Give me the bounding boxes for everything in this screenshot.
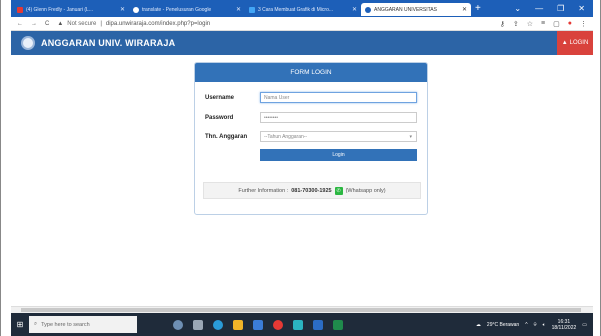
tab-3[interactable]: 3 Cara Membuat Grafik di Micro... ✕ — [245, 3, 361, 16]
address-bar: ← → C ▲ Not secure | dipa.unwiraraja.com… — [11, 17, 593, 31]
form-title: FORM LOGIN — [195, 63, 427, 82]
sidebar-icon[interactable]: ▢ — [553, 20, 560, 28]
profile-icon[interactable]: ● — [568, 20, 572, 28]
year-row: Thn. Anggaran --Tahun Anggaran-- ▾ — [205, 131, 417, 142]
search-icon: ⌕ — [34, 321, 38, 327]
username-input[interactable]: Nama User — [260, 92, 417, 103]
app-title: ANGGARAN UNIV. WIRARAJA — [41, 38, 176, 48]
chevron-up-icon[interactable]: ^ — [525, 322, 527, 328]
window-controls: ⌄ — ❐ ✕ — [514, 4, 593, 13]
system-tray: ☁ 29°C Berawan ^ ⌾ 🔈︎ 16:31 18/11/2022 ▭ — [476, 319, 593, 331]
edge-icon[interactable] — [213, 319, 223, 330]
info-suffix: (Whatsapp only) — [345, 187, 386, 194]
university-logo — [21, 36, 35, 50]
weather-text[interactable]: 29°C Berawan — [487, 322, 519, 328]
login-submit-button[interactable]: Login — [260, 149, 417, 161]
taskbar-apps — [173, 319, 343, 330]
chevron-down-icon[interactable]: ⌄ — [514, 4, 521, 13]
photos-icon[interactable] — [293, 319, 303, 330]
user-icon: ▲ — [561, 40, 568, 46]
url-text: dipa.unwiraraja.com/index.php?p=login — [105, 20, 211, 27]
login-nav-label: LOGIN — [569, 40, 589, 46]
close-icon[interactable]: ✕ — [236, 6, 241, 13]
taskbar-search[interactable]: ⌕ Type here to search — [29, 316, 137, 333]
notification-icon[interactable]: ▭ — [582, 322, 587, 328]
password-label: Password — [205, 114, 234, 121]
tab-label: 3 Cara Membuat Grafik di Micro... — [258, 6, 334, 13]
close-icon[interactable]: ✕ — [352, 6, 357, 13]
chevron-down-icon: ▾ — [409, 133, 412, 140]
app-header: ANGGARAN UNIV. WIRARAJA ▲ LOGIN — [11, 31, 593, 55]
forward-icon[interactable]: → — [31, 21, 37, 27]
tab-2[interactable]: translate - Penelusuran Google ✕ — [129, 3, 245, 16]
new-tab-button[interactable]: + — [475, 3, 481, 14]
site-icon — [365, 6, 371, 13]
star-icon[interactable]: ☆ — [527, 20, 533, 28]
tab-1[interactable]: (4) Glenn Fredly - Januari (L... ✕ — [13, 3, 129, 16]
year-selected-value: --Tahun Anggaran-- — [264, 133, 308, 140]
menu-icon[interactable]: ⋮ — [580, 20, 587, 28]
share-icon[interactable]: ⇪ — [513, 20, 519, 28]
tab-label: ANGGARAN UNIVERSITAS — [374, 6, 437, 13]
task-view-icon[interactable] — [193, 319, 203, 330]
year-label: Thn. Anggaran — [205, 133, 248, 140]
excel-icon[interactable] — [333, 319, 343, 330]
warning-icon: ▲ — [57, 20, 64, 27]
toolbar-icons: ⚷ ⇪ ☆ ≡ ▢ ● ⋮ — [500, 20, 587, 28]
page-icon — [249, 6, 255, 13]
youtube-icon — [17, 6, 23, 13]
close-icon[interactable]: ✕ — [120, 6, 125, 13]
username-label: Username — [205, 94, 235, 101]
info-box: Further Information : 081-70300-1925 ✆ (… — [203, 182, 421, 199]
url-field[interactable]: ▲ Not secure | dipa.unwiraraja.com/index… — [57, 21, 210, 27]
tab-label: (4) Glenn Fredly - Januari (L... — [26, 6, 93, 13]
tab-4-active[interactable]: ANGGARAN UNIVERSITAS ✕ — [361, 3, 471, 16]
password-input[interactable]: •••••••• — [260, 112, 417, 123]
back-icon[interactable]: ← — [17, 21, 23, 27]
horizontal-scrollbar[interactable] — [11, 306, 593, 313]
login-nav-button[interactable]: ▲ LOGIN — [557, 31, 593, 55]
clock[interactable]: 16:31 18/11/2022 — [552, 319, 577, 331]
reading-list-icon[interactable]: ≡ — [541, 20, 545, 28]
close-window-icon[interactable]: ✕ — [578, 4, 585, 13]
store-icon[interactable] — [253, 319, 263, 330]
word-icon[interactable] — [313, 319, 323, 330]
separator: | — [100, 20, 102, 27]
weather-icon: ☁ — [475, 321, 481, 328]
date: 18/11/2022 — [551, 324, 577, 331]
network-icon[interactable]: ⌾ — [534, 322, 537, 328]
restore-icon[interactable]: ❐ — [557, 4, 564, 13]
google-icon — [133, 6, 139, 13]
year-select[interactable]: --Tahun Anggaran-- ▾ — [260, 131, 417, 142]
search-placeholder: Type here to search — [41, 321, 90, 328]
username-row: Username Nama User — [205, 92, 417, 103]
key-icon[interactable]: ⚷ — [500, 20, 505, 28]
whatsapp-icon: ✆ — [334, 186, 343, 195]
password-row: Password •••••••• — [205, 112, 417, 123]
close-icon[interactable]: ✕ — [462, 6, 467, 13]
windows-start-icon[interactable]: ⊞ — [11, 313, 29, 336]
not-secure-label: Not secure — [67, 20, 97, 27]
tab-strip: (4) Glenn Fredly - Januari (L... ✕ trans… — [11, 0, 593, 17]
volume-icon[interactable]: 🔈︎ — [543, 322, 546, 328]
cortana-icon[interactable] — [173, 319, 183, 330]
info-text: Further Information : — [238, 187, 289, 194]
tab-label: translate - Penelusuran Google — [142, 6, 212, 13]
login-panel: FORM LOGIN Username Nama User Password •… — [194, 62, 428, 215]
chrome-icon[interactable] — [273, 319, 283, 330]
browser-window: (4) Glenn Fredly - Januari (L... ✕ trans… — [0, 0, 601, 336]
reload-icon[interactable]: C — [45, 21, 49, 27]
file-explorer-icon[interactable] — [233, 319, 243, 330]
taskbar: ⊞ ⌕ Type here to search ☁ 29°C Berawan ^… — [11, 313, 593, 336]
scrollbar-thumb[interactable] — [21, 308, 581, 312]
info-phone: 081-70300-1925 — [291, 187, 332, 194]
minimize-icon[interactable]: — — [535, 4, 543, 13]
